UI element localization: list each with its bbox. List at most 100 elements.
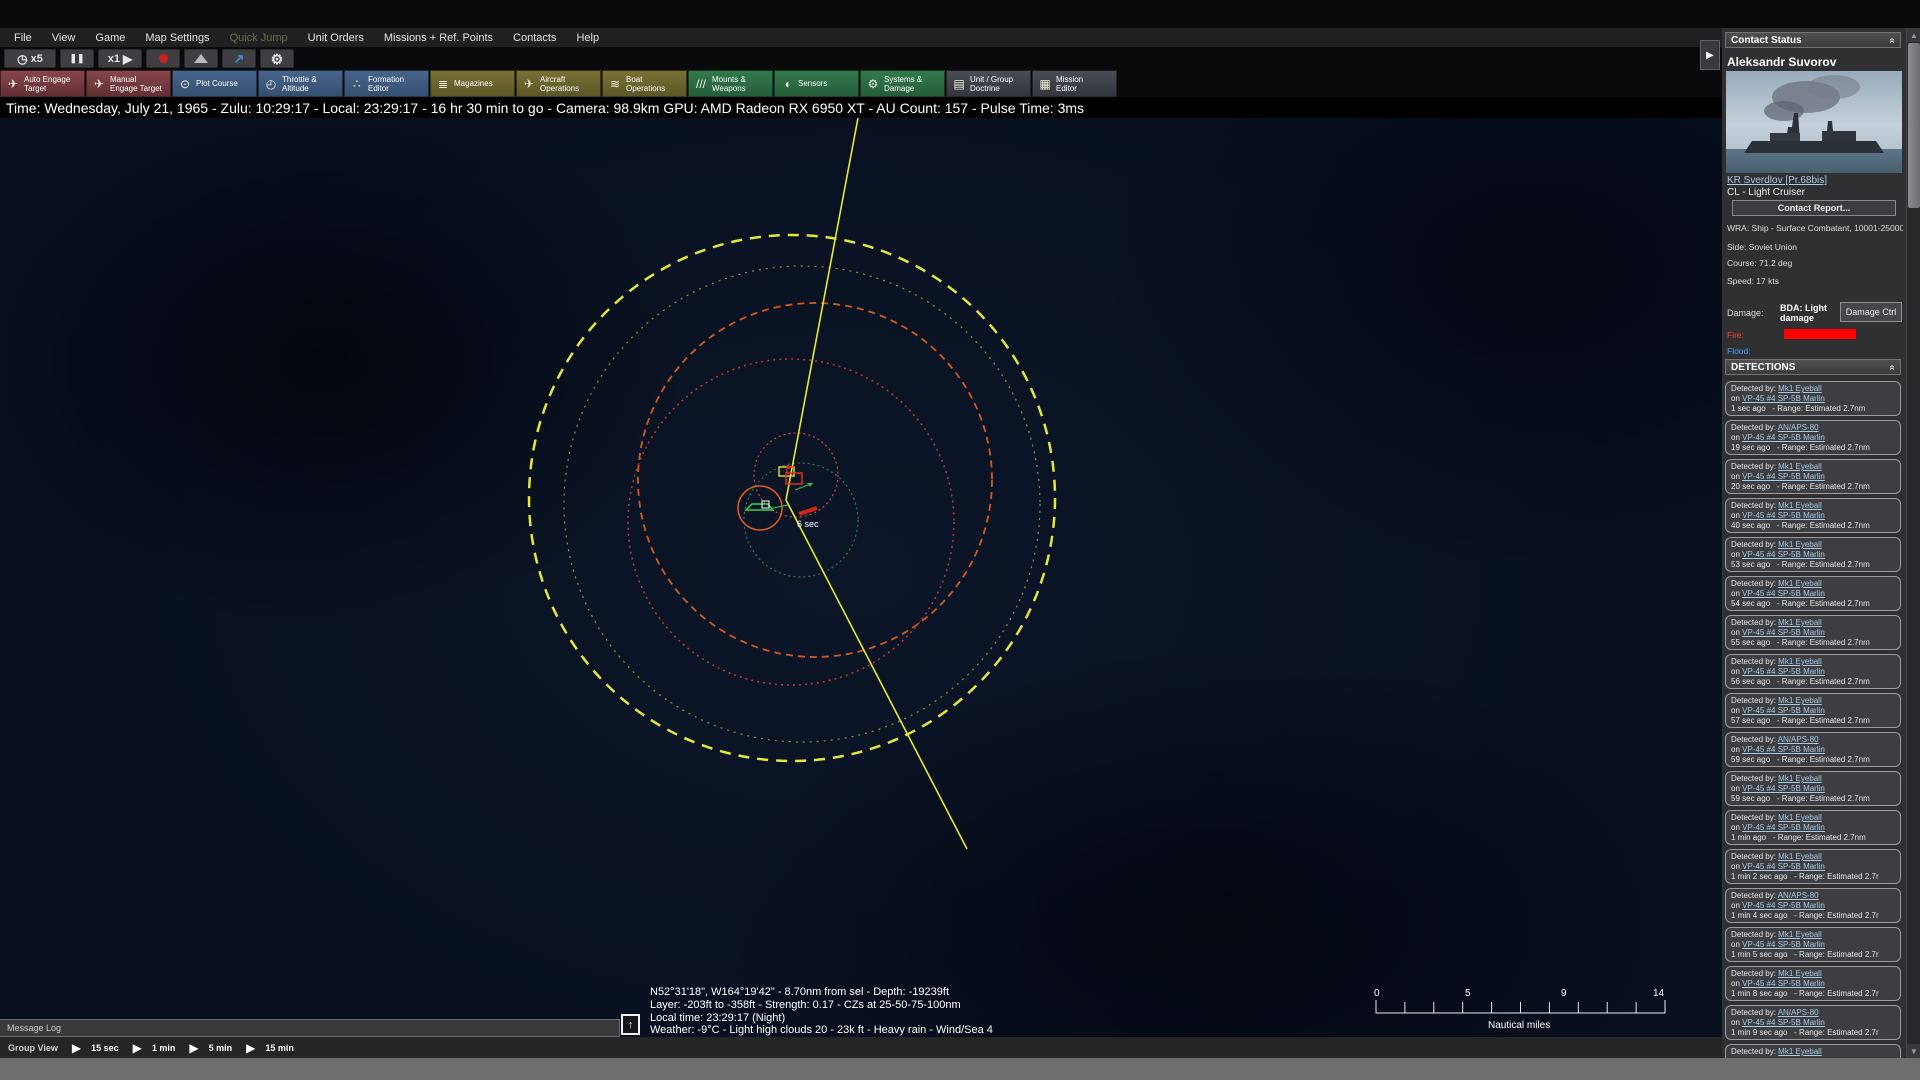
menu-item[interactable]: File: [4, 32, 42, 44]
damage-ctrl-button[interactable]: Damage Ctrl: [1840, 302, 1902, 322]
detection-card[interactable]: Detected by: Mk1 Eyeball on VP-45 #4 SP-…: [1725, 849, 1901, 884]
toolbar-button[interactable]: /// Mounts &Weapons: [688, 70, 773, 97]
menu-item[interactable]: Missions + Ref. Points: [374, 32, 503, 44]
sensor-link[interactable]: AN/APS-80: [1778, 423, 1819, 432]
detection-card[interactable]: Detected by: Mk1 Eyeball on VP-45 #4 SP-…: [1725, 381, 1901, 416]
unit-link[interactable]: VP-45 #4 SP-5B Marlin: [1742, 1057, 1825, 1058]
toolbar-button[interactable]: ▤ Unit / GroupDoctrine: [946, 70, 1031, 97]
unit-link[interactable]: VP-45 #4 SP-5B Marlin: [1742, 628, 1825, 637]
menu-item[interactable]: Contacts: [503, 32, 566, 44]
toolbar-button[interactable]: ◴ Throttle &Altitude: [258, 70, 343, 97]
unit-link[interactable]: VP-45 #4 SP-5B Marlin: [1742, 940, 1825, 949]
detection-card[interactable]: Detected by: Mk1 Eyeball on VP-45 #4 SP-…: [1725, 771, 1901, 806]
unit-link[interactable]: VP-45 #4 SP-5B Marlin: [1742, 667, 1825, 676]
detection-card[interactable]: Detected by: Mk1 Eyeball on VP-45 #4 SP-…: [1725, 927, 1901, 962]
detection-card[interactable]: Detected by: AN/APS-80 on VP-45 #4 SP-5B…: [1725, 732, 1901, 767]
sensor-link[interactable]: Mk1 Eyeball: [1778, 462, 1822, 471]
contact-status-header[interactable]: Contact Status «: [1725, 32, 1901, 48]
scrollbar-thumb[interactable]: [1908, 43, 1920, 208]
detections-header[interactable]: DETECTIONS «: [1725, 359, 1901, 375]
quick-jump-button[interactable]: ↗: [222, 49, 256, 68]
contact-report-button[interactable]: Contact Report...: [1732, 200, 1896, 216]
sensor-link[interactable]: Mk1 Eyeball: [1778, 969, 1822, 978]
menu-item[interactable]: Map Settings: [135, 32, 219, 44]
time-step-option[interactable]: ▶ 1 min: [133, 1041, 176, 1055]
unit-link[interactable]: VP-45 #4 SP-5B Marlin: [1742, 901, 1825, 910]
contact-class-link[interactable]: KR Sverdlov [Pr.68bis]: [1727, 175, 1827, 186]
detection-card[interactable]: Detected by: AN/APS-80 on VP-45 #4 SP-5B…: [1725, 888, 1901, 923]
unit-link[interactable]: VP-45 #4 SP-5B Marlin: [1742, 589, 1825, 598]
detection-card[interactable]: Detected by: Mk1 Eyeball on VP-45 #4 SP-…: [1725, 459, 1901, 494]
unit-link[interactable]: VP-45 #4 SP-5B Marlin: [1742, 511, 1825, 520]
sensor-link[interactable]: Mk1 Eyeball: [1778, 501, 1822, 510]
detection-card[interactable]: Detected by: Mk1 Eyeball on VP-45 #4 SP-…: [1725, 498, 1901, 533]
menu-item[interactable]: Quick Jump: [220, 32, 298, 44]
sensor-link[interactable]: Mk1 Eyeball: [1778, 1047, 1822, 1056]
time-step-option[interactable]: ▶ 15 sec: [72, 1041, 119, 1055]
sensor-link[interactable]: Mk1 Eyeball: [1778, 579, 1822, 588]
unit-link[interactable]: VP-45 #4 SP-5B Marlin: [1742, 745, 1825, 754]
detection-card[interactable]: Detected by: Mk1 Eyeball on VP-45 #4 SP-…: [1725, 537, 1901, 572]
record-button[interactable]: [146, 49, 180, 68]
detection-card[interactable]: Detected by: Mk1 Eyeball on VP-45 #4 SP-…: [1725, 654, 1901, 689]
message-log-bar[interactable]: Message Log: [0, 1019, 620, 1037]
sensor-link[interactable]: Mk1 Eyeball: [1778, 618, 1822, 627]
unit-link[interactable]: VP-45 #4 SP-5B Marlin: [1742, 979, 1825, 988]
sensor-link[interactable]: Mk1 Eyeball: [1778, 657, 1822, 666]
toolbar-button[interactable]: ⚙ Systems &Damage: [860, 70, 945, 97]
menu-item[interactable]: Unit Orders: [298, 32, 374, 44]
sensor-link[interactable]: AN/APS-80: [1778, 735, 1819, 744]
unit-link[interactable]: VP-45 #4 SP-5B Marlin: [1742, 550, 1825, 559]
sensor-link[interactable]: Mk1 Eyeball: [1778, 696, 1822, 705]
menu-item[interactable]: Help: [566, 32, 609, 44]
detection-card[interactable]: Detected by: Mk1 Eyeball on VP-45 #4 SP-…: [1725, 966, 1901, 1001]
sensor-link[interactable]: Mk1 Eyeball: [1778, 930, 1822, 939]
detection-card[interactable]: Detected by: Mk1 Eyeball on VP-45 #4 SP-…: [1725, 615, 1901, 650]
sensor-link[interactable]: Mk1 Eyeball: [1778, 813, 1822, 822]
time-step-option[interactable]: ▶ 15 min: [246, 1041, 294, 1055]
unit-link[interactable]: VP-45 #4 SP-5B Marlin: [1742, 862, 1825, 871]
panel-expand-button[interactable]: ▶: [1700, 40, 1720, 70]
menu-item[interactable]: Game: [85, 32, 135, 44]
toolbar-button[interactable]: ✈ Auto EngageTarget: [0, 70, 85, 97]
map-display-button[interactable]: [184, 49, 218, 68]
toolbar-button[interactable]: ⊙ Plot Course: [172, 70, 257, 97]
detection-card[interactable]: Detected by: Mk1 Eyeball on VP-45 #4 SP-…: [1725, 810, 1901, 845]
step-forward-button[interactable]: x1 ▶: [98, 49, 142, 68]
time-compression-button[interactable]: ◷ x5: [4, 49, 56, 68]
unit-link[interactable]: VP-45 #4 SP-5B Marlin: [1742, 706, 1825, 715]
toolbar-button[interactable]: ≋ BoatOperations: [602, 70, 687, 97]
message-log-expand-button[interactable]: ↑: [621, 1014, 640, 1035]
detection-card[interactable]: Detected by: AN/APS-80 on VP-45 #4 SP-5B…: [1725, 420, 1901, 455]
sidebar-scrollbar[interactable]: ▲ ▼: [1906, 28, 1920, 1058]
collapse-chevron-icon[interactable]: «: [1887, 37, 1898, 43]
settings-button[interactable]: ⚙: [260, 49, 294, 68]
unit-link[interactable]: VP-45 #4 SP-5B Marlin: [1742, 784, 1825, 793]
collapse-chevron-icon[interactable]: «: [1887, 364, 1898, 370]
unit-link[interactable]: VP-45 #4 SP-5B Marlin: [1742, 433, 1825, 442]
map-view[interactable]: 6 sec: [0, 118, 1920, 1058]
toolbar-button[interactable]: ✈ AircraftOperations: [516, 70, 601, 97]
time-step-option[interactable]: ▶ 5 min: [189, 1041, 232, 1055]
toolbar-button[interactable]: ◖ Sensors: [774, 70, 859, 97]
menu-item[interactable]: View: [42, 32, 86, 44]
pause-button[interactable]: ❚❚: [60, 49, 94, 68]
sensor-link[interactable]: Mk1 Eyeball: [1778, 540, 1822, 549]
unit-link[interactable]: VP-45 #4 SP-5B Marlin: [1742, 1018, 1825, 1027]
sensor-link[interactable]: Mk1 Eyeball: [1778, 384, 1822, 393]
unit-link[interactable]: VP-45 #4 SP-5B Marlin: [1742, 472, 1825, 481]
sensor-link[interactable]: Mk1 Eyeball: [1778, 774, 1822, 783]
sensor-link[interactable]: AN/APS-80: [1778, 1008, 1819, 1017]
toolbar-button[interactable]: ≣ Magazines: [430, 70, 515, 97]
unit-link[interactable]: VP-45 #4 SP-5B Marlin: [1742, 394, 1825, 403]
detection-card[interactable]: Detected by: Mk1 Eyeball on VP-45 #4 SP-…: [1725, 576, 1901, 611]
toolbar-button[interactable]: ▦ MissionEditor: [1032, 70, 1117, 97]
sensor-link[interactable]: AN/APS-80: [1778, 891, 1819, 900]
detection-card[interactable]: Detected by: Mk1 Eyeball on VP-45 #4 SP-…: [1725, 1044, 1901, 1058]
detection-card[interactable]: Detected by: Mk1 Eyeball on VP-45 #4 SP-…: [1725, 693, 1901, 728]
unit-link[interactable]: VP-45 #4 SP-5B Marlin: [1742, 823, 1825, 832]
scroll-down-arrow[interactable]: ▼: [1907, 1044, 1920, 1058]
detection-card[interactable]: Detected by: AN/APS-80 on VP-45 #4 SP-5B…: [1725, 1005, 1901, 1040]
sensor-link[interactable]: Mk1 Eyeball: [1778, 852, 1822, 861]
scroll-up-arrow[interactable]: ▲: [1907, 28, 1920, 42]
